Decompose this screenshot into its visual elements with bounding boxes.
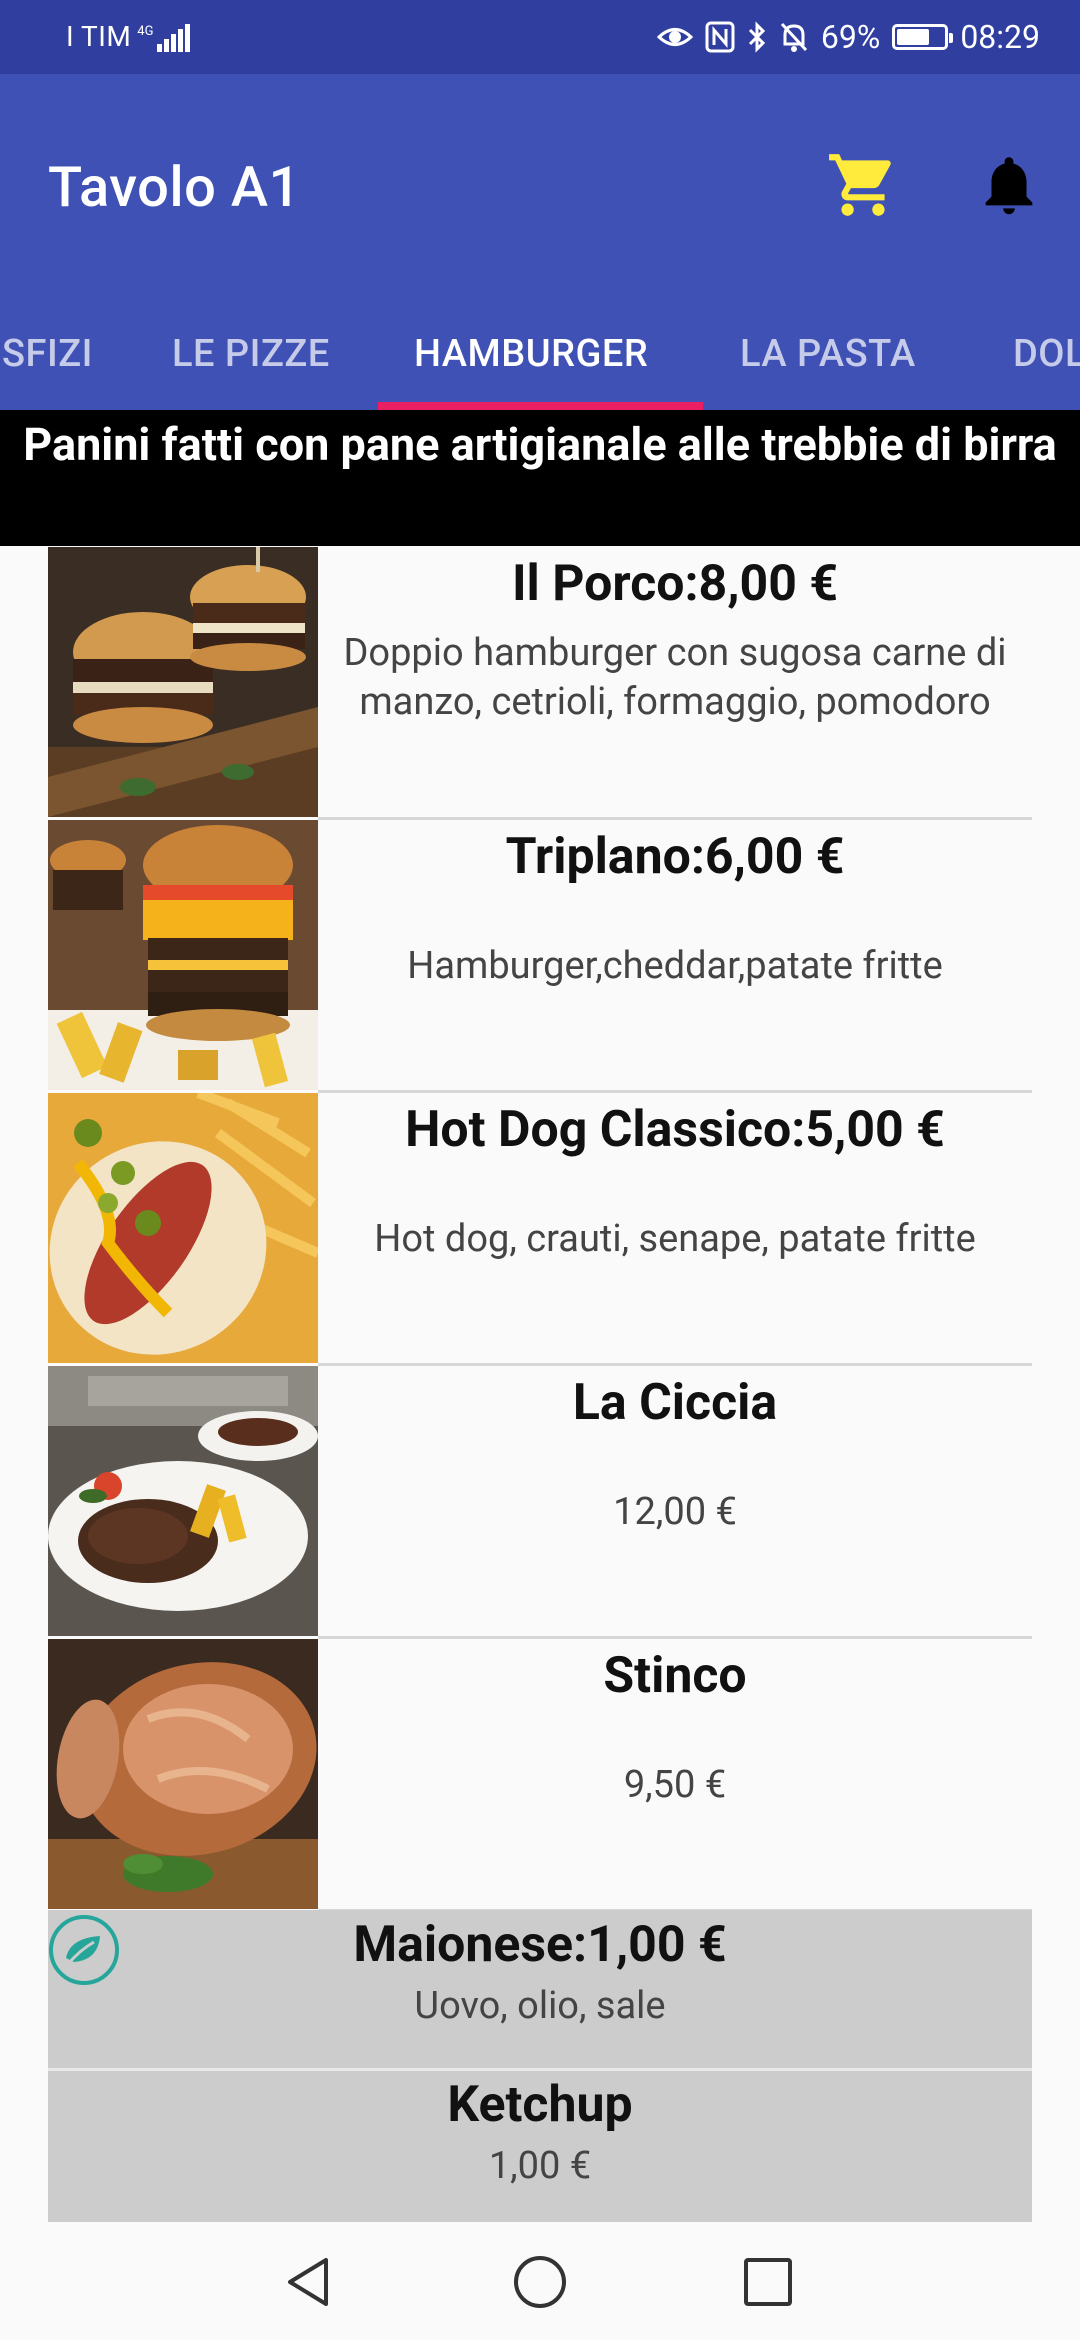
tab-indicator <box>378 402 703 410</box>
list-item[interactable]: Hot Dog Classico:5,00 € Hot dog, crauti,… <box>48 1093 1032 1366</box>
battery-percent: 69% <box>820 18 881 56</box>
product-name: Stinco <box>603 1647 747 1705</box>
battery-icon <box>892 24 954 50</box>
section-banner: Panini fatti con pane artigianale alle t… <box>0 410 1080 546</box>
product-name: La Ciccia <box>572 1374 778 1432</box>
notifications-button[interactable] <box>974 150 1044 220</box>
product-info: Hot Dog Classico:5,00 € Hot dog, crauti,… <box>318 1093 1032 1363</box>
triple-burger-photo <box>48 820 318 1090</box>
tab-la-pasta[interactable]: LA PASTA <box>740 332 916 376</box>
back-icon <box>288 2258 328 2306</box>
list-item[interactable]: Il Porco:8,00 € Doppio hamburger con sug… <box>48 547 1032 820</box>
signal-icon: 4G <box>137 22 191 52</box>
list-item[interactable]: Stinco 9,50 € <box>48 1639 1032 1912</box>
nfc-icon <box>705 21 735 53</box>
hotdog-photo <box>48 1093 318 1363</box>
pork-shank-photo <box>48 1639 318 1909</box>
category-tabs: SFIZI LE PIZZE HAMBURGER LA PASTA DOL <box>0 306 1080 410</box>
extras-section: Maionese:1,00 € Uovo, olio, sale Ketchup… <box>48 1910 1032 2222</box>
bell-icon <box>985 157 1033 215</box>
burger-photo <box>48 547 318 817</box>
cart-button[interactable] <box>826 148 900 222</box>
list-item[interactable]: Maionese:1,00 € Uovo, olio, sale <box>48 1916 1032 2028</box>
tab-sfizi[interactable]: SFIZI <box>2 332 93 376</box>
extra-description: Uovo, olio, sale <box>414 1984 666 2028</box>
bluetooth-icon <box>747 21 767 53</box>
recents-button[interactable] <box>736 2250 800 2314</box>
product-name: Hot Dog Classico:5,00 € <box>405 1101 945 1159</box>
steak-photo <box>48 1366 318 1636</box>
list-item[interactable]: La Ciccia 12,00 € <box>48 1366 1032 1639</box>
clock: 08:29 <box>960 18 1040 56</box>
navigation-bar <box>0 2222 1080 2340</box>
product-description: Hot dog, crauti, senape, patate fritte <box>374 1217 976 1261</box>
list-item[interactable]: Triplano:6,00 € Hamburger,cheddar,patate… <box>48 820 1032 1093</box>
tab-dolci[interactable]: DOL <box>1013 332 1080 376</box>
network-type: 4G <box>137 23 154 39</box>
product-info: La Ciccia 12,00 € <box>318 1366 1032 1636</box>
eye-icon <box>656 24 693 50</box>
home-icon <box>514 2256 566 2308</box>
status-bar-left: I TIM 4G <box>66 20 191 53</box>
silent-bell-icon <box>779 21 809 53</box>
battery-fill <box>897 29 930 45</box>
extra-price: 1,00 € <box>488 2144 592 2188</box>
status-bar: I TIM 4G 69% 08:29 <box>0 0 1080 74</box>
product-name: Il Porco:8,00 € <box>511 555 839 613</box>
back-button[interactable] <box>278 2250 342 2314</box>
list-item[interactable]: Ketchup 1,00 € <box>48 2076 1032 2188</box>
product-description: Hamburger,cheddar,patate fritte <box>407 944 943 988</box>
carrier-name: I TIM <box>66 20 132 53</box>
product-info: Il Porco:8,00 € Doppio hamburger con sug… <box>318 547 1032 817</box>
app-bar: Tavolo A1 SFIZI LE PIZZE HAMBURGER LA PA… <box>0 74 1080 410</box>
extra-name: Ketchup <box>447 2076 633 2134</box>
cart-icon <box>829 154 891 216</box>
tab-le-pizze[interactable]: LE PIZZE <box>172 332 330 376</box>
home-button[interactable] <box>508 2250 572 2314</box>
product-name: Triplano:6,00 € <box>505 828 845 886</box>
page-title: Tavolo A1 <box>48 154 301 220</box>
product-description: Doppio hamburger con sugosa carne di man… <box>343 631 1007 724</box>
status-bar-right: 69% 08:29 <box>656 18 1040 56</box>
tab-hamburger[interactable]: HAMBURGER <box>414 332 648 376</box>
product-info: Triplano:6,00 € Hamburger,cheddar,patate… <box>318 820 1032 1090</box>
product-price: 12,00 € <box>613 1490 737 1534</box>
divider <box>48 2068 1032 2071</box>
recents-icon <box>744 2258 792 2306</box>
product-info: Stinco 9,50 € <box>318 1639 1032 1909</box>
extra-name: Maionese:1,00 € <box>353 1916 727 1974</box>
product-price: 9,50 € <box>623 1763 727 1807</box>
